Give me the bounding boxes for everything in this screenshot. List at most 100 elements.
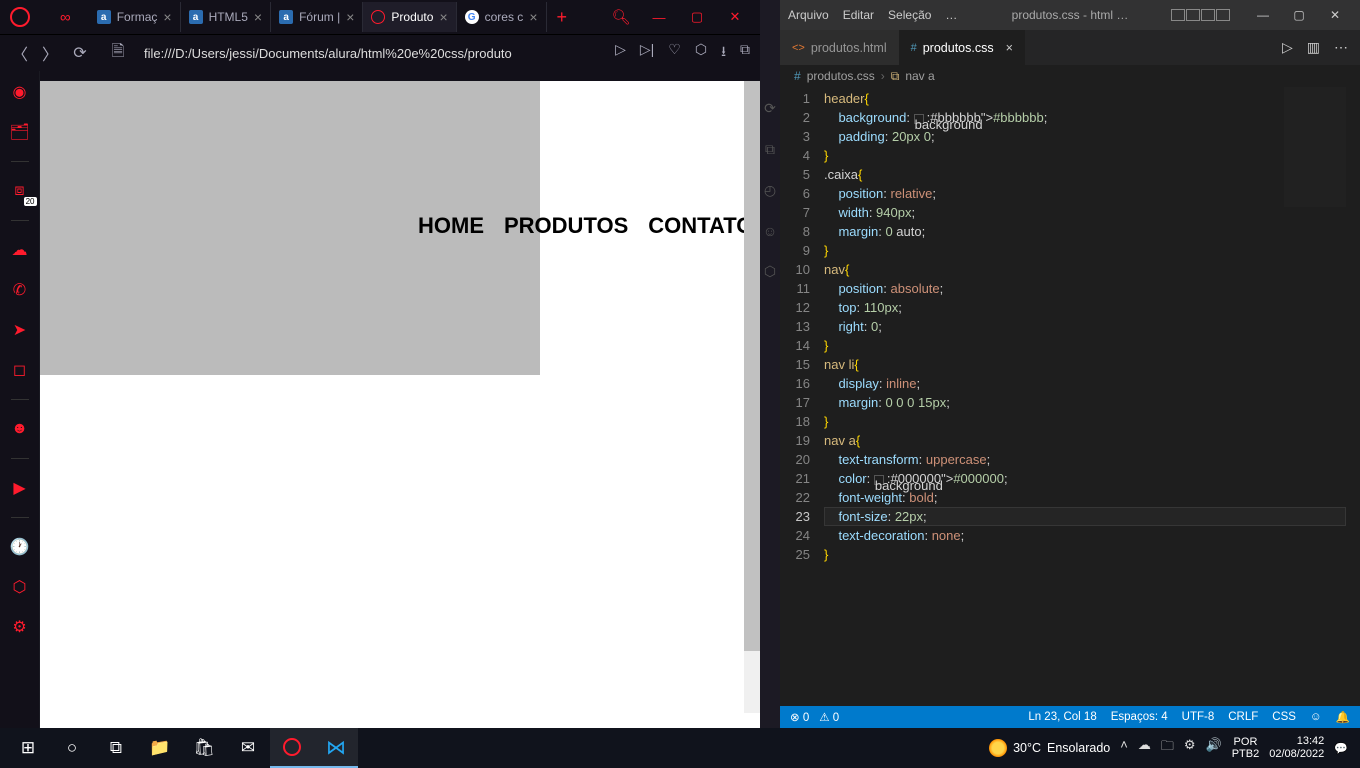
instagram-icon[interactable]: ◻ xyxy=(9,359,31,381)
code-content[interactable]: header{ background: background:#bbbbbb">… xyxy=(824,87,1360,706)
status-eol[interactable]: CRLF xyxy=(1228,711,1258,723)
minimize-button[interactable]: — xyxy=(1246,8,1280,22)
player-icon[interactable]: ▶ xyxy=(9,477,31,499)
layout-icons[interactable] xyxy=(1171,9,1230,21)
notifications-icon[interactable]: 💬 xyxy=(1334,742,1348,755)
download-icon[interactable]: ⭳ xyxy=(721,41,726,65)
whatsapp-icon[interactable]: ✆ xyxy=(9,279,31,301)
store-icon[interactable]: 🛍 xyxy=(182,728,226,768)
close-icon[interactable]: × xyxy=(529,9,537,25)
close-icon[interactable]: × xyxy=(346,9,354,25)
status-bell-icon[interactable]: 🔔 xyxy=(1336,710,1350,724)
forward-button[interactable]: 〉 xyxy=(40,41,60,65)
language-indicator[interactable]: PORPTB2 xyxy=(1232,736,1260,760)
system-tray: 30°C Ensolarado ˄ ☁ 🗀 ⚙ 🔊 PORPTB2 13:420… xyxy=(989,728,1354,768)
nav-contato[interactable]: CONTATO xyxy=(648,213,753,239)
close-icon[interactable]: × xyxy=(1006,41,1013,55)
menu-selecao[interactable]: Seleção xyxy=(888,8,931,22)
vscode-taskbar-icon[interactable]: ⋈ xyxy=(314,728,358,768)
menu-more[interactable]: … xyxy=(945,8,957,22)
tab-produtos-css[interactable]: #produtos.css× xyxy=(899,30,1025,65)
split-icon[interactable]: ▥ xyxy=(1307,39,1320,56)
nav-home[interactable]: HOME xyxy=(418,213,484,239)
cube-icon[interactable]: ⬡ xyxy=(695,41,707,65)
reload-button[interactable]: ⟳ xyxy=(70,43,90,63)
status-spaces[interactable]: Espaços: 4 xyxy=(1111,711,1168,723)
breadcrumb[interactable]: #produtos.css › ⧉nav a xyxy=(780,65,1360,87)
mail-icon[interactable]: ✉ xyxy=(226,728,270,768)
weather-desc: Ensolarado xyxy=(1047,741,1110,755)
scrollbar[interactable] xyxy=(744,81,760,713)
status-position[interactable]: Ln 23, Col 18 xyxy=(1028,711,1096,723)
minimap[interactable] xyxy=(1284,87,1346,207)
workspaces-icon[interactable]: 🗂 xyxy=(9,121,31,143)
settings-icon[interactable]: ⚙ xyxy=(9,616,31,638)
onedrive-icon[interactable]: ☁ xyxy=(1138,737,1151,759)
battery-icon[interactable]: 🗀 xyxy=(1161,737,1174,759)
volume-icon[interactable]: 🔊 xyxy=(1206,737,1222,759)
status-feedback-icon[interactable]: ☺ xyxy=(1310,711,1322,723)
more-icon[interactable]: ⋯ xyxy=(1334,39,1348,56)
opera-browser: ∞ aFormaç× aHTML5× aFórum |× Produto× co… xyxy=(0,0,760,728)
telegram-icon[interactable]: ➤ xyxy=(9,319,31,341)
explorer-icon[interactable]: 📁 xyxy=(138,728,182,768)
close-icon[interactable]: × xyxy=(163,9,171,25)
badge: 20 xyxy=(24,197,37,206)
close-icon[interactable]: × xyxy=(254,9,262,25)
nav-produtos[interactable]: PRODUTOS xyxy=(504,213,628,239)
panel-icon[interactable]: ◴ xyxy=(764,182,776,199)
messenger-icon[interactable]: ☁ xyxy=(9,239,31,261)
minimize-button[interactable]: — xyxy=(640,2,678,32)
status-errors[interactable]: ⊗ 0 xyxy=(790,710,809,724)
send-icon[interactable]: ▷| xyxy=(640,41,654,65)
menu-editar[interactable]: Editar xyxy=(843,8,874,22)
opera-taskbar-icon[interactable] xyxy=(270,728,314,768)
camera-icon[interactable]: ⧉ xyxy=(740,41,750,65)
status-warnings[interactable]: ⚠ 0 xyxy=(819,710,839,724)
maximize-button[interactable]: ▢ xyxy=(1282,8,1316,22)
chevron-up-icon[interactable]: ˄ xyxy=(1120,737,1128,759)
task-view-button[interactable]: ⧉ xyxy=(94,728,138,768)
bookmark-icon[interactable]: ▷ xyxy=(615,41,626,65)
menu-arquivo[interactable]: Arquivo xyxy=(788,8,829,22)
twitch-icon[interactable]: ⧈20 xyxy=(9,180,31,202)
tab-produtos-html[interactable]: <>produtos.html xyxy=(780,30,899,65)
scrollbar-thumb[interactable] xyxy=(744,81,760,651)
panel-icon[interactable]: ⬡ xyxy=(764,263,776,280)
search-button[interactable]: ○ xyxy=(50,728,94,768)
tab-html5[interactable]: aHTML5× xyxy=(181,2,272,32)
run-icon[interactable]: ▷ xyxy=(1282,39,1293,56)
wifi-icon[interactable]: ⚙ xyxy=(1184,737,1196,759)
downloads-icon[interactable]: ⬡ xyxy=(9,576,31,598)
code-editor[interactable]: 1234567891011121314151617181920212223242… xyxy=(780,87,1360,706)
panel-icon[interactable]: ⧉ xyxy=(765,141,775,158)
close-icon[interactable]: × xyxy=(439,9,447,25)
tab-forum[interactable]: aFórum |× xyxy=(271,2,363,32)
maximize-button[interactable]: ▢ xyxy=(678,2,716,32)
clock-icon[interactable]: 🕐 xyxy=(9,536,31,558)
tab-cores[interactable]: cores c× xyxy=(457,2,547,32)
opera-logo-icon[interactable] xyxy=(10,7,30,27)
opera-gx-icon[interactable]: ∞ xyxy=(60,9,71,26)
close-button[interactable]: ✕ xyxy=(716,2,754,32)
panel-icon[interactable]: ⟳ xyxy=(764,100,776,117)
discord-icon[interactable]: ☻ xyxy=(9,418,31,440)
page-viewport[interactable]: HOME PRODUTOS CONTATO xyxy=(40,81,760,728)
start-button[interactable]: ⊞ xyxy=(6,728,50,768)
close-button[interactable]: ✕ xyxy=(1318,8,1352,22)
speed-dial-icon[interactable]: ◉ xyxy=(9,81,31,103)
new-tab-button[interactable]: + xyxy=(547,7,578,28)
tray-icons: ˄ ☁ 🗀 ⚙ 🔊 xyxy=(1120,737,1221,759)
clock[interactable]: 13:4202/08/2022 xyxy=(1269,735,1324,761)
back-button[interactable]: 〈 xyxy=(10,41,30,65)
breadcrumb-symbol: nav a xyxy=(905,69,934,83)
search-icon[interactable]: 🔍︎ xyxy=(602,2,640,32)
tab-produto[interactable]: Produto× xyxy=(363,2,456,32)
panel-icon[interactable]: ☺ xyxy=(763,223,777,239)
status-encoding[interactable]: UTF-8 xyxy=(1182,711,1215,723)
url-field[interactable]: file:///D:/Users/jessi/Documents/alura/h… xyxy=(144,46,524,61)
status-lang[interactable]: CSS xyxy=(1272,711,1296,723)
weather-widget[interactable]: 30°C Ensolarado xyxy=(989,739,1110,757)
heart-icon[interactable]: ♡ xyxy=(668,41,681,65)
tab-formacao[interactable]: aFormaç× xyxy=(89,2,181,32)
